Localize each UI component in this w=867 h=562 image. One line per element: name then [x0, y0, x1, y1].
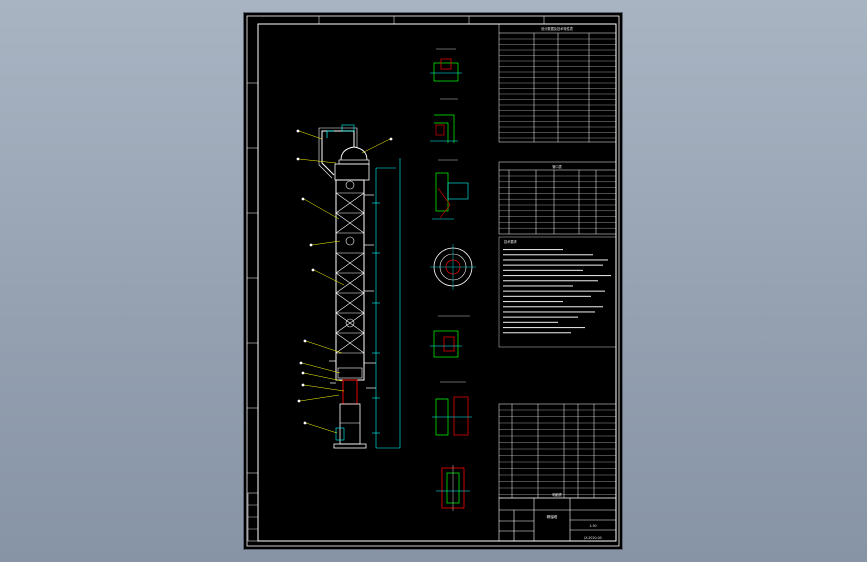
note-line	[503, 290, 605, 292]
notes-block	[498, 236, 617, 348]
nozzle-table	[498, 161, 617, 235]
nozzle-table-title: 管口表	[552, 164, 562, 169]
cad-drawing: 精馏塔 JX-2020-00 1:30 设计数据及技术特性表 管口表 技术要求 …	[246, 15, 620, 547]
drawing-title: 精馏塔	[547, 514, 558, 519]
note-line	[503, 280, 598, 282]
note-line	[503, 259, 608, 261]
note-line	[503, 301, 563, 303]
note-line	[503, 311, 595, 313]
note-line	[503, 332, 571, 334]
drawing-sheet: 精馏塔 JX-2020-00 1:30 设计数据及技术特性表 管口表 技术要求 …	[244, 13, 622, 549]
title-block	[498, 497, 617, 542]
note-line	[503, 321, 558, 323]
column-elevation	[296, 124, 401, 449]
drawing-number: JX-2020-00	[583, 536, 601, 540]
note-line	[503, 285, 573, 287]
inner-frame	[257, 23, 617, 542]
design-data-title: 设计数据及技术特性表	[541, 26, 574, 31]
note-line	[503, 249, 563, 251]
note-line	[503, 275, 611, 277]
zone-ticks-left	[247, 16, 545, 474]
note-line	[503, 264, 603, 266]
parts-list-table	[498, 403, 617, 499]
note-line	[503, 306, 603, 308]
notes-title: 技术要求	[504, 239, 518, 244]
note-line	[503, 254, 593, 256]
note-line	[503, 327, 585, 329]
detail-views	[430, 48, 476, 511]
note-line	[503, 295, 591, 297]
note-line	[503, 316, 578, 318]
note-line	[503, 269, 583, 271]
parts-list-title: 明细表	[552, 492, 562, 497]
drawing-scale: 1:30	[589, 524, 596, 528]
